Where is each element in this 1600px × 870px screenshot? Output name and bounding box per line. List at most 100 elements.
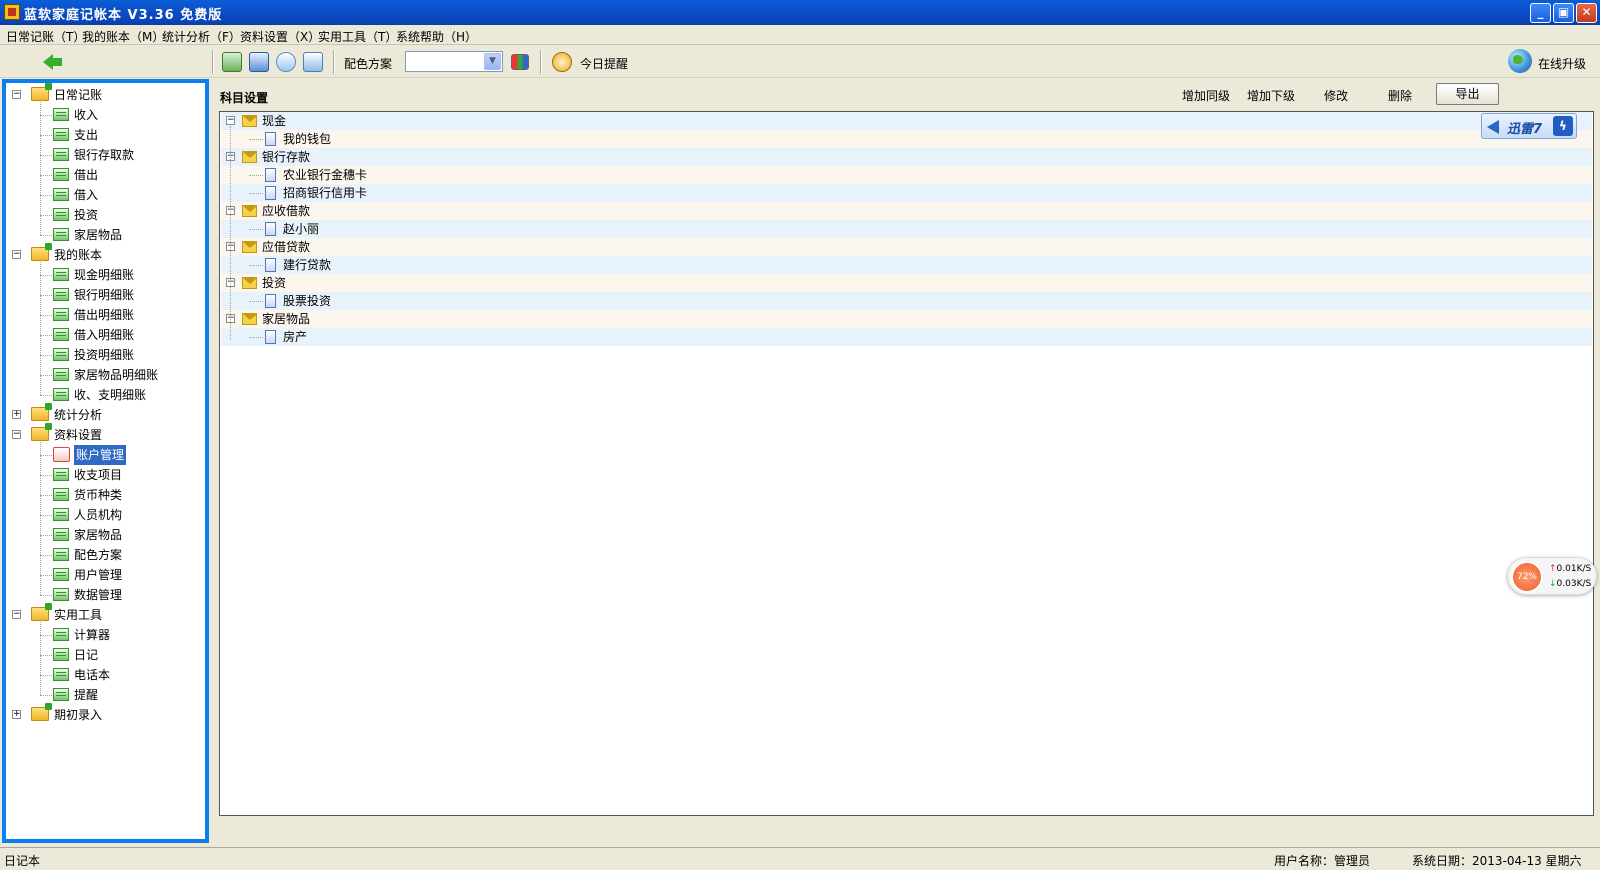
tree-connector <box>249 265 263 266</box>
expand-toggle-icon[interactable]: + <box>12 710 21 719</box>
account-row[interactable]: 赵小丽 <box>221 220 1592 238</box>
refresh-icon[interactable] <box>303 52 323 72</box>
tree-item[interactable]: 日记 <box>6 645 202 665</box>
tree-item[interactable]: 人员机构 <box>6 505 202 525</box>
menu-help[interactable]: 系统帮助（H） <box>396 28 477 45</box>
tree-item-label: 借出 <box>74 168 99 182</box>
tree-item[interactable]: 投资明细账 <box>6 345 202 365</box>
collapse-toggle-icon[interactable]: − <box>12 250 21 259</box>
envelope-folder-icon <box>242 241 257 253</box>
tree-item[interactable]: 收入 <box>6 105 202 125</box>
collapse-toggle-icon[interactable]: − <box>226 116 235 125</box>
tree-item[interactable]: 借入 <box>6 185 202 205</box>
delete-button[interactable]: 删除 <box>1388 87 1412 104</box>
tree-item[interactable]: 数据管理 <box>6 585 202 605</box>
ledger-icon <box>53 208 69 221</box>
tree-item[interactable]: 银行存取款 <box>6 145 202 165</box>
tree-item[interactable]: 计算器 <box>6 625 202 645</box>
account-label: 招商银行信用卡 <box>283 186 368 200</box>
tree-group[interactable]: + 期初录入 <box>6 703 202 725</box>
tree-item[interactable]: 现金明细账 <box>6 265 202 285</box>
account-category-row[interactable]: − 应收借款 <box>221 202 1592 220</box>
tree-item[interactable]: 提醒 <box>6 685 202 705</box>
collapse-toggle-icon[interactable]: − <box>12 430 21 439</box>
toolbar: 配色方案 ▼ 今日提醒 在线升级 <box>0 46 1600 78</box>
tree-group[interactable]: − 实用工具 <box>6 603 202 625</box>
tree-group[interactable]: + 统计分析 <box>6 403 202 425</box>
app-icon <box>4 4 20 20</box>
add-sibling-button[interactable]: 增加同级 <box>1182 87 1230 104</box>
account-category-row[interactable]: − 应借贷款 <box>221 238 1592 256</box>
globe-icon[interactable] <box>1508 49 1532 73</box>
collapse-toggle-icon[interactable]: − <box>12 610 21 619</box>
menu-settings[interactable]: 资料设置（X） <box>240 28 320 45</box>
account-category-row[interactable]: − 银行存款 <box>221 148 1592 166</box>
tree-item[interactable]: 家居物品 <box>6 225 202 245</box>
close-button[interactable]: ✕ <box>1576 3 1597 23</box>
account-category-row[interactable]: − 现金 <box>221 112 1592 130</box>
account-row[interactable]: 农业银行金穗卡 <box>221 166 1592 184</box>
tree-item[interactable]: 家居物品明细账 <box>6 365 202 385</box>
back-arrow-icon[interactable] <box>43 53 65 71</box>
tree-item[interactable]: 借出明细账 <box>6 305 202 325</box>
edit-button[interactable]: 修改 <box>1324 87 1348 104</box>
pen-icon[interactable] <box>276 52 296 72</box>
tree-item[interactable]: 投资 <box>6 205 202 225</box>
tree-item[interactable]: 银行明细账 <box>6 285 202 305</box>
tree-item[interactable]: 配色方案 <box>6 545 202 565</box>
account-row[interactable]: 建行贷款 <box>221 256 1592 274</box>
add-child-button[interactable]: 增加下级 <box>1247 87 1295 104</box>
tree-item[interactable]: 收、支明细账 <box>6 385 202 405</box>
ledger-icon <box>53 588 69 601</box>
alarm-clock-icon[interactable] <box>552 52 572 72</box>
tree-item-label: 数据管理 <box>74 588 123 602</box>
tree-item[interactable]: 收支项目 <box>6 465 202 485</box>
tree-item[interactable]: 家居物品 <box>6 525 202 545</box>
calculator-icon[interactable] <box>222 52 242 72</box>
minimize-button[interactable]: _ <box>1530 3 1551 23</box>
chevron-down-icon[interactable]: ▼ <box>484 53 501 70</box>
tree-item[interactable]: 账户管理 <box>6 445 202 465</box>
account-category-row[interactable]: − 家居物品 <box>221 310 1592 328</box>
tree-group-label: 统计分析 <box>54 408 103 422</box>
export-button[interactable]: 导出 <box>1436 83 1499 105</box>
tree-item[interactable]: 借出 <box>6 165 202 185</box>
tree-connector <box>249 229 263 230</box>
tree-connector <box>40 275 52 276</box>
ledger-icon <box>53 188 69 201</box>
tree-connector <box>40 395 52 396</box>
account-label: 建行贷款 <box>283 258 332 272</box>
menu-tools[interactable]: 实用工具（T） <box>318 28 397 45</box>
account-row[interactable]: 房产 <box>221 328 1592 346</box>
account-category-row[interactable]: − 投资 <box>221 274 1592 292</box>
account-row[interactable]: 股票投资 <box>221 292 1592 310</box>
tree-group[interactable]: − 资料设置 <box>6 423 202 445</box>
network-speed-widget[interactable]: 72% ↑0.01K/S ↓0.03K/S <box>1507 557 1597 595</box>
menu-daily[interactable]: 日常记账（T） <box>6 28 85 45</box>
tree-item[interactable]: 电话本 <box>6 665 202 685</box>
tree-item[interactable]: 用户管理 <box>6 565 202 585</box>
color-scheme-select[interactable]: ▼ <box>405 51 503 72</box>
tree-connector <box>40 215 52 216</box>
menu-ledger[interactable]: 我的账本（M） <box>82 28 164 45</box>
account-row[interactable]: 招商银行信用卡 <box>221 184 1592 202</box>
account-row[interactable]: 我的钱包 <box>221 130 1592 148</box>
palette-icon[interactable] <box>511 54 529 70</box>
maximize-button[interactable]: ▣ <box>1553 3 1574 23</box>
tree-item[interactable]: 货币种类 <box>6 485 202 505</box>
tree-item-label: 收、支明细账 <box>74 388 147 402</box>
tree-group[interactable]: − 我的账本 <box>6 243 202 265</box>
online-upgrade-button[interactable]: 在线升级 <box>1538 55 1586 72</box>
xunlei-badge[interactable]: 迅雷7 ϟ <box>1481 113 1577 139</box>
tree-item-label: 支出 <box>74 128 99 142</box>
edit-book-icon[interactable] <box>249 52 269 72</box>
menu-stats[interactable]: 统计分析（F） <box>162 28 241 45</box>
ledger-icon <box>53 468 69 481</box>
tree-group[interactable]: − 日常记账 <box>6 83 202 105</box>
tree-item[interactable]: 支出 <box>6 125 202 145</box>
tree-item[interactable]: 借入明细账 <box>6 325 202 345</box>
collapse-toggle-icon[interactable]: − <box>12 90 21 99</box>
today-reminder-button[interactable]: 今日提醒 <box>580 55 628 72</box>
expand-toggle-icon[interactable]: + <box>12 410 21 419</box>
document-icon <box>265 168 276 182</box>
